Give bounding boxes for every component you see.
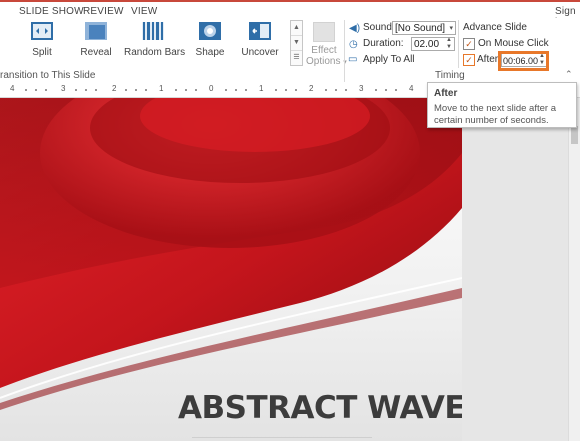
apply-all-icon: ▭: [348, 54, 358, 65]
tooltip-body: Move to the next slide after a certain n…: [434, 103, 556, 126]
sound-label: Sound:: [363, 22, 395, 33]
subtitle-placeholder-line: [192, 437, 372, 438]
ruler-label: 1: [259, 84, 264, 93]
advance-slide-header: Advance Slide: [463, 22, 527, 33]
duration-label: Duration:: [363, 38, 404, 49]
after-field-highlight: [498, 51, 549, 71]
ruler-label: 2: [112, 84, 117, 93]
duration-spinner[interactable]: 02.00 ▲ ▼: [411, 37, 455, 51]
transition-split-button[interactable]: Split: [18, 20, 66, 58]
sound-dropdown[interactable]: [No Sound] ▾: [392, 21, 456, 35]
slide-title[interactable]: ABSTRACT WAVE: [178, 390, 462, 426]
effect-options-button[interactable]: Effect Options ▾: [306, 22, 347, 67]
ruler-label: 3: [61, 84, 66, 93]
transition-shape-button[interactable]: Shape: [188, 20, 232, 58]
chevron-down-icon: ▾: [449, 25, 453, 32]
clock-icon: ◷: [349, 39, 358, 50]
ruler-label: 0: [209, 84, 214, 93]
tab-review[interactable]: REVIEW: [83, 6, 124, 17]
transition-reveal-label: Reveal: [80, 47, 112, 58]
timing-group-label: Timing: [435, 70, 465, 81]
tab-view[interactable]: VIEW: [131, 6, 157, 17]
group-divider: [458, 20, 459, 68]
transition-reveal-button[interactable]: Reveal: [72, 20, 120, 58]
duration-value: 02.00: [414, 39, 440, 50]
transition-shape-label: Shape: [195, 47, 225, 58]
transition-random-bars-button[interactable]: Random Bars: [124, 20, 186, 58]
gallery-scroll-down-icon[interactable]: ▼: [291, 36, 302, 51]
vertical-scrollbar[interactable]: ▲: [568, 98, 580, 441]
ruler-label: 2: [309, 84, 314, 93]
transition-group-label: ransition to This Slide: [0, 70, 96, 81]
on-mouse-click-label: On Mouse Click: [478, 38, 549, 49]
apply-to-all-button[interactable]: Apply To All: [363, 54, 415, 65]
transition-split-label: Split: [32, 47, 52, 58]
effect-options-icon: [313, 22, 335, 42]
spinner-arrows-icon[interactable]: ▲ ▼: [446, 37, 452, 51]
ruler-label: 3: [359, 84, 364, 93]
uncover-icon: [248, 20, 272, 44]
split-icon: [30, 20, 54, 44]
transition-uncover-button[interactable]: Uncover: [236, 20, 284, 58]
gallery-scroll[interactable]: ▲ ▼ ☰: [290, 20, 303, 66]
on-mouse-click-checkbox[interactable]: ✓: [463, 38, 475, 50]
ruler-label: 4: [409, 84, 414, 93]
sound-value: [No Sound]: [395, 23, 446, 34]
tab-slide-show[interactable]: SLIDE SHOW: [19, 6, 84, 17]
collapse-ribbon-icon[interactable]: ⌃: [565, 69, 573, 80]
transition-random-bars-label: Random Bars: [124, 47, 186, 58]
gallery-scroll-up-icon[interactable]: ▲: [291, 21, 302, 36]
transition-uncover-label: Uncover: [241, 47, 279, 58]
slide-editing-area: ABSTRACT WAVE: [0, 98, 568, 441]
ribbon: Split Reveal Random Bars Shape Uncover ▲…: [0, 18, 580, 85]
ruler-label: 4: [10, 84, 15, 93]
ruler-label: 1: [159, 84, 164, 93]
slide-canvas[interactable]: ABSTRACT WAVE: [0, 98, 462, 441]
group-divider: [344, 20, 345, 82]
effect-options-label-2: Options: [306, 56, 341, 67]
speaker-icon: ◀): [349, 23, 361, 34]
tooltip-title: After: [434, 88, 458, 99]
after-checkbox[interactable]: ✓: [463, 54, 475, 66]
effect-options-label: Effect: [311, 45, 337, 56]
gallery-more-icon[interactable]: ☰: [291, 51, 302, 65]
random-bars-icon: [141, 20, 165, 44]
after-tooltip: After Move to the next slide after a cer…: [427, 82, 577, 128]
reveal-icon: [84, 20, 108, 44]
shape-icon: [198, 20, 222, 44]
ribbon-tab-strip: SLIDE SHOW REVIEW VIEW Sign in: [0, 0, 580, 28]
scrollbar-thumb[interactable]: [571, 126, 578, 144]
